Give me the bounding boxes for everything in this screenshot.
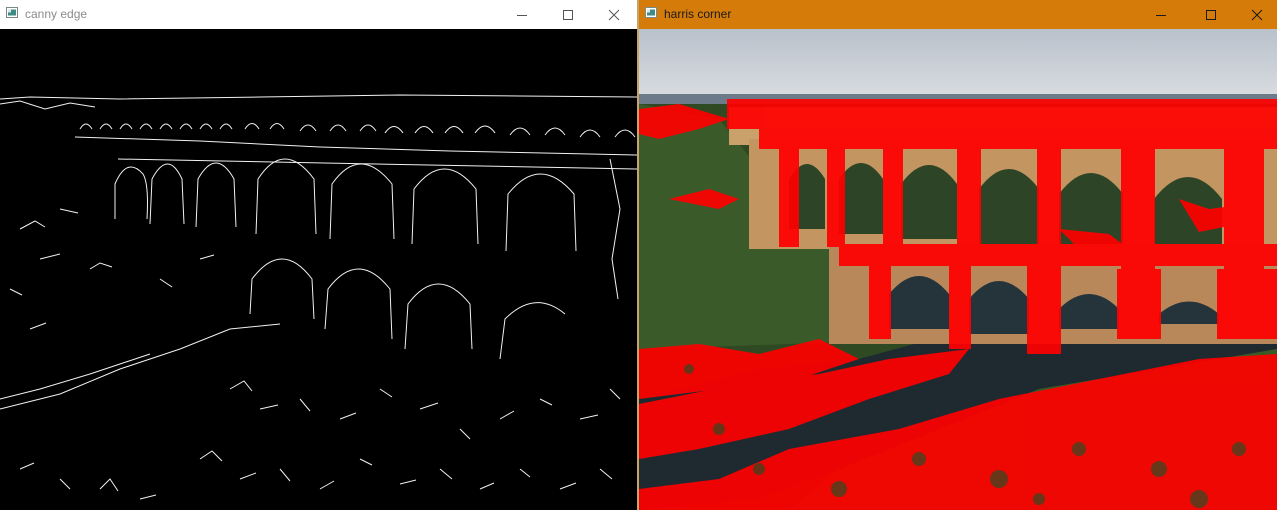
title-bar[interactable]: canny edge <box>0 0 637 29</box>
maximize-icon <box>1206 9 1216 20</box>
close-button[interactable] <box>592 0 636 29</box>
canny-edge-image <box>0 29 637 510</box>
maximize-button[interactable] <box>1189 0 1233 29</box>
minimize-icon <box>1156 14 1166 16</box>
maximize-button[interactable] <box>546 0 590 29</box>
window-app-icon <box>6 7 18 18</box>
edge-map <box>0 94 637 500</box>
close-button[interactable] <box>1235 0 1277 29</box>
maximize-icon <box>563 9 573 20</box>
minimize-button[interactable] <box>500 0 544 29</box>
minimize-button[interactable] <box>1139 0 1183 29</box>
title-bar[interactable]: harris corner <box>639 0 1277 29</box>
window-title: harris corner <box>664 7 732 21</box>
canny-edge-window: canny edge <box>0 0 637 510</box>
harris-corner-image <box>639 29 1277 510</box>
harris-corner-window: harris corner <box>639 0 1277 510</box>
window-app-icon <box>645 7 657 18</box>
minimize-icon <box>517 14 527 16</box>
corner-photo <box>639 29 1277 510</box>
close-icon <box>1251 9 1263 20</box>
close-icon <box>608 9 620 20</box>
window-title: canny edge <box>25 7 88 21</box>
